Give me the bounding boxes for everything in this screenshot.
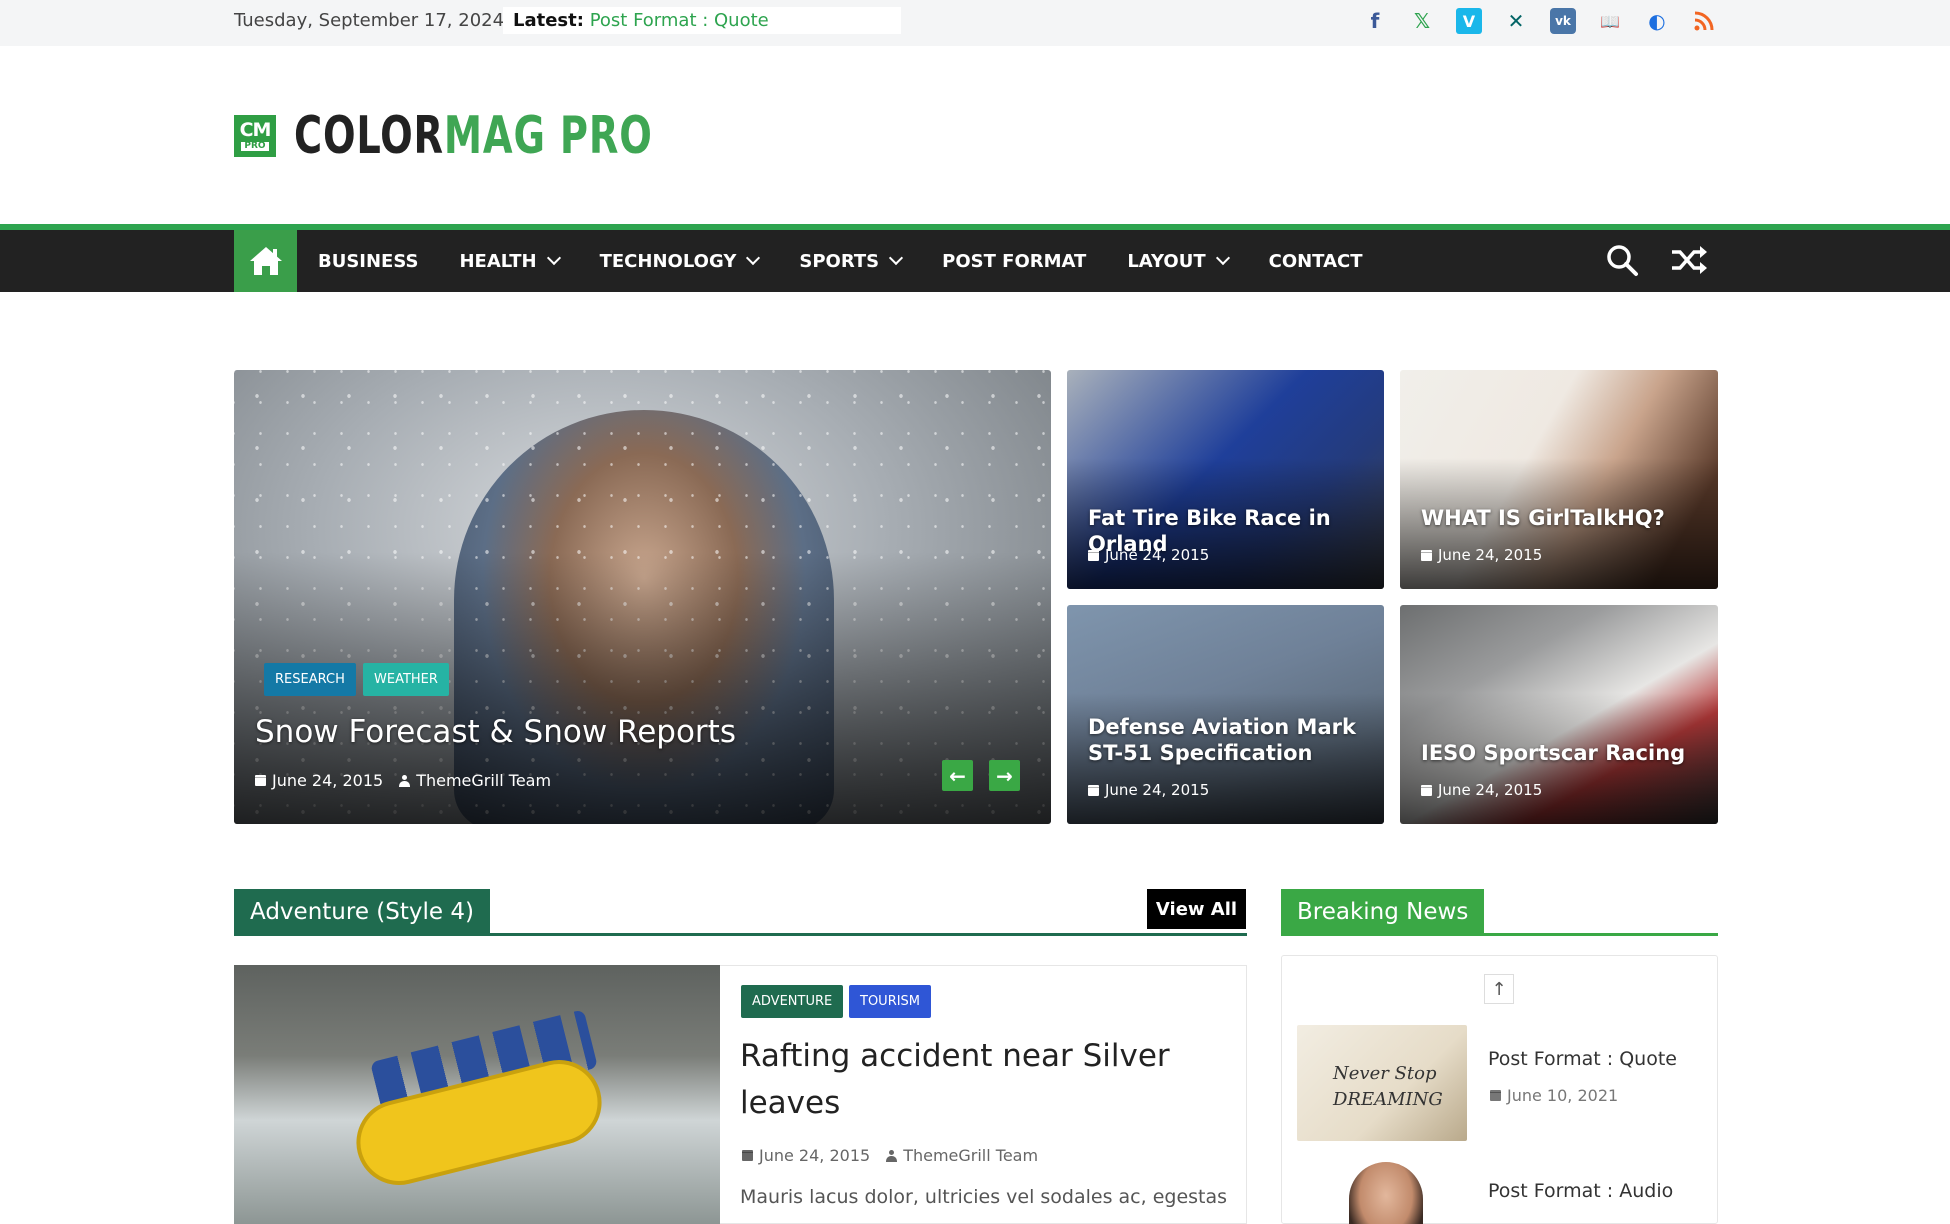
calendar-icon <box>1088 549 1099 561</box>
nav-item-layout[interactable]: LAYOUT <box>1127 230 1230 292</box>
nav-item-technology[interactable]: TECHNOLOGY <box>600 230 761 292</box>
post-date[interactable]: June 24, 2015 <box>272 771 383 790</box>
featured-small-post[interactable]: Defense Aviation Mark ST-51 Specificatio… <box>1067 605 1384 824</box>
featured-small-title[interactable]: Defense Aviation Mark ST-51 Specificatio… <box>1088 714 1368 766</box>
category-tag-tourism[interactable]: TOURISM <box>849 985 932 1018</box>
section-divider <box>1281 933 1718 936</box>
post-date[interactable]: June 24, 2015 <box>1438 781 1542 799</box>
post-date[interactable]: June 24, 2015 <box>1438 546 1542 564</box>
logo-badge: CM PRO <box>234 115 276 157</box>
featured-main-meta: June 24, 2015 ThemeGrill Team <box>255 771 551 790</box>
slider-next-button[interactable]: → <box>989 760 1020 791</box>
chevron-down-icon <box>546 250 561 266</box>
featured-small-title[interactable]: WHAT IS GirlTalkHQ? <box>1421 505 1711 531</box>
nav-menu: BUSINESS HEALTH TECHNOLOGY SPORTS POST F… <box>318 230 1404 292</box>
adventure-post-meta: June 24, 2015 ThemeGrill Team <box>742 1146 1038 1165</box>
section-title-breaking-news: Breaking News <box>1281 889 1485 935</box>
logo-wordmark: COLORMAG PRO <box>294 106 653 166</box>
breaking-news-thumbnail[interactable] <box>1297 1162 1467 1224</box>
calendar-icon <box>1490 1090 1501 1101</box>
adventure-post-image[interactable] <box>234 965 720 1224</box>
section-title-adventure: Adventure (Style 4) <box>234 889 490 935</box>
post-date[interactable]: June 24, 2015 <box>1105 781 1209 799</box>
xing-icon[interactable]: ✕ <box>1503 8 1529 34</box>
featured-small-post[interactable]: Fat Tire Bike Race in Orland June 24, 20… <box>1067 370 1384 589</box>
post-date[interactable]: June 10, 2021 <box>1507 1086 1618 1105</box>
rss-icon[interactable] <box>1691 8 1717 34</box>
logo-text-color: COLOR <box>294 106 444 166</box>
home-button[interactable] <box>234 230 297 292</box>
featured-small-post[interactable]: WHAT IS GirlTalkHQ? June 24, 2015 <box>1400 370 1718 589</box>
calendar-icon <box>1421 549 1432 561</box>
nav-item-health[interactable]: HEALTH <box>459 230 561 292</box>
facebook-icon[interactable]: f <box>1362 8 1388 34</box>
search-icon[interactable] <box>1604 242 1640 282</box>
chevron-down-icon <box>889 250 904 266</box>
vimeo-icon[interactable]: V <box>1456 8 1482 34</box>
adventure-post-title[interactable]: Rafting accident near Silver leaves <box>740 1033 1210 1127</box>
breaking-news-meta: June 10, 2021 <box>1490 1086 1618 1105</box>
breaking-news-title[interactable]: Post Format : Audio <box>1488 1180 1673 1202</box>
chevron-down-icon <box>1215 250 1230 266</box>
logo-badge-top: CM <box>239 119 272 141</box>
featured-small-post[interactable]: IESO Sportscar Racing June 24, 2015 <box>1400 605 1718 824</box>
featured-small-meta: June 24, 2015 <box>1088 546 1209 564</box>
featured-small-meta: June 24, 2015 <box>1421 781 1542 799</box>
current-date: Tuesday, September 17, 2024 <box>234 10 505 31</box>
nav-item-business[interactable]: BUSINESS <box>318 230 418 292</box>
top-bar: Tuesday, September 17, 2024 Latest: Post… <box>0 0 1950 46</box>
featured-main-title[interactable]: Snow Forecast & Snow Reports <box>255 714 736 750</box>
thumbnail-handwriting: Never Stop DREAMING <box>1333 1063 1443 1110</box>
site-logo[interactable]: CM PRO COLORMAG PRO <box>234 106 731 166</box>
calendar-icon <box>255 775 266 786</box>
adventure-post-excerpt: Mauris lacus dolor, ultricies vel sodale… <box>740 1186 1228 1208</box>
nav-tools <box>1604 242 1708 282</box>
calendar-icon <box>742 1150 753 1161</box>
latest-ticker[interactable]: Latest: Post Format : Quote <box>503 7 901 34</box>
chevron-down-icon <box>746 250 761 266</box>
random-post-icon[interactable] <box>1670 242 1708 282</box>
category-tag-adventure[interactable]: ADVENTURE <box>741 985 844 1018</box>
vk-icon[interactable]: vk <box>1550 8 1576 34</box>
main-navigation: BUSINESS HEALTH TECHNOLOGY SPORTS POST F… <box>0 224 1950 292</box>
logo-badge-bottom: PRO <box>241 142 269 151</box>
featured-small-meta: June 24, 2015 <box>1088 781 1209 799</box>
featured-main-post[interactable]: RESEARCH WEATHER Snow Forecast & Snow Re… <box>234 370 1051 824</box>
featured-small-title[interactable]: IESO Sportscar Racing <box>1421 740 1711 766</box>
post-author[interactable]: ThemeGrill Team <box>903 1146 1038 1165</box>
social-links: f 𝕏 V ✕ vk 📖 ◐ <box>1362 8 1717 34</box>
x-twitter-icon[interactable]: 𝕏 <box>1409 8 1435 34</box>
book-icon[interactable]: 📖 <box>1597 8 1623 34</box>
slider-prev-button[interactable]: ← <box>942 760 973 791</box>
calendar-icon <box>1088 784 1099 796</box>
post-date[interactable]: June 24, 2015 <box>1105 546 1209 564</box>
category-tag-research[interactable]: RESEARCH <box>264 663 356 696</box>
post-author[interactable]: ThemeGrill Team <box>416 771 551 790</box>
nav-item-contact[interactable]: CONTACT <box>1269 230 1363 292</box>
logo-text-mag-pro: MAG PRO <box>443 106 653 166</box>
breaking-news-thumbnail[interactable]: Never Stop DREAMING <box>1297 1025 1467 1141</box>
nav-item-post-format[interactable]: POST FORMAT <box>942 230 1086 292</box>
user-icon <box>399 774 411 787</box>
home-icon <box>249 247 282 275</box>
section-divider <box>234 933 1247 936</box>
category-tag-weather[interactable]: WEATHER <box>363 663 449 696</box>
post-date[interactable]: June 24, 2015 <box>759 1146 870 1165</box>
user-icon <box>886 1149 898 1162</box>
arrow-up-icon[interactable]: ↑ <box>1484 974 1514 1004</box>
nav-item-sports[interactable]: SPORTS <box>799 230 904 292</box>
ello-icon[interactable]: ◐ <box>1644 8 1670 34</box>
latest-label: Latest: <box>513 10 584 31</box>
calendar-icon <box>1421 784 1432 796</box>
breaking-news-title[interactable]: Post Format : Quote <box>1488 1048 1677 1070</box>
latest-post-link[interactable]: Post Format : Quote <box>590 10 769 31</box>
view-all-button[interactable]: View All <box>1147 889 1246 929</box>
featured-small-meta: June 24, 2015 <box>1421 546 1542 564</box>
